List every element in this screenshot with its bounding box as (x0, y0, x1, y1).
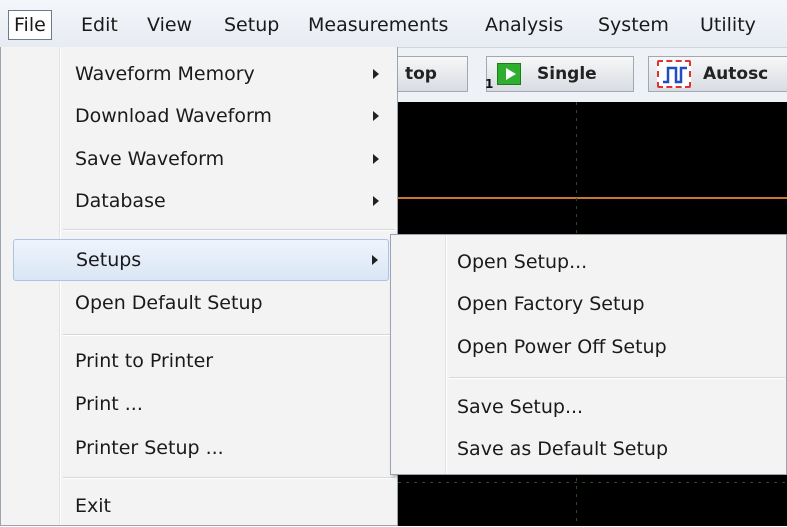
menu-item-printer-setup[interactable]: Printer Setup ... (1, 427, 397, 469)
menu-separator (63, 477, 395, 479)
menu-item-label: Database (75, 190, 166, 212)
menu-view[interactable]: View (147, 10, 192, 40)
submenu-item-open-setup[interactable]: Open Setup... (391, 241, 786, 283)
stop-button-label: top (405, 64, 437, 84)
toolbar: top 1 Single Autosc (388, 48, 787, 102)
menu-item-label: Waveform Memory (75, 63, 255, 85)
stop-button[interactable]: top (388, 56, 468, 92)
menu-item-database[interactable]: Database (1, 180, 397, 222)
submenu-item-open-power-off-setup[interactable]: Open Power Off Setup (391, 326, 786, 368)
single-button[interactable]: 1 Single (485, 56, 634, 92)
menu-bar: File Edit View Setup Measurements Analys… (0, 0, 787, 48)
menu-item-label: Save Waveform (75, 148, 225, 170)
menu-item-label: Print to Printer (75, 350, 214, 372)
menu-item-setups[interactable]: Setups (13, 239, 389, 281)
menu-analysis[interactable]: Analysis (485, 10, 563, 40)
menu-measurements[interactable]: Measurements (308, 10, 448, 40)
menu-separator (63, 229, 395, 231)
submenu-item-label: Save as Default Setup (457, 438, 669, 460)
file-menu: Waveform Memory Download Waveform Save W… (0, 47, 398, 526)
submenu-separator (449, 377, 785, 379)
setups-submenu: Open Setup... Open Factory Setup Open Po… (390, 234, 787, 475)
menu-file[interactable]: File (8, 10, 52, 40)
submenu-item-save-setup[interactable]: Save Setup... (391, 386, 786, 428)
grid-line-horizontal (398, 482, 787, 483)
submenu-item-label: Open Factory Setup (457, 293, 645, 315)
menu-item-label: Download Waveform (75, 105, 272, 127)
menu-setup[interactable]: Setup (224, 10, 279, 40)
single-button-label: Single (537, 64, 597, 84)
submenu-arrow-icon (373, 69, 379, 79)
menu-item-waveform-memory[interactable]: Waveform Memory (1, 53, 397, 95)
menu-separator (63, 334, 395, 336)
menu-item-label: Setups (76, 249, 142, 271)
menu-item-exit[interactable]: Exit (1, 485, 397, 527)
autoscale-button-label: Autosc (703, 64, 769, 84)
menu-item-save-waveform[interactable]: Save Waveform (1, 138, 397, 180)
menu-item-label: Printer Setup ... (75, 437, 224, 459)
submenu-arrow-icon (372, 255, 378, 265)
menu-item-print[interactable]: Print ... (1, 383, 397, 425)
menu-utility[interactable]: Utility (700, 10, 756, 40)
menu-item-print-to-printer[interactable]: Print to Printer (1, 340, 397, 382)
menu-item-label: Exit (75, 495, 111, 517)
menu-system[interactable]: System (598, 10, 669, 40)
single-number-icon: 1 (485, 77, 494, 91)
menu-edit[interactable]: Edit (81, 10, 118, 40)
submenu-item-label: Save Setup... (457, 396, 584, 418)
play-icon (497, 63, 521, 85)
submenu-item-label: Open Power Off Setup (457, 336, 667, 358)
menu-item-download-waveform[interactable]: Download Waveform (1, 95, 397, 137)
submenu-item-open-factory-setup[interactable]: Open Factory Setup (391, 283, 786, 325)
submenu-arrow-icon (373, 154, 379, 164)
submenu-item-save-as-default-setup[interactable]: Save as Default Setup (391, 428, 786, 470)
menu-item-label: Open Default Setup (75, 292, 263, 314)
submenu-item-label: Open Setup... (457, 251, 588, 273)
submenu-arrow-icon (373, 111, 379, 121)
waveform-trace (398, 197, 787, 199)
menu-item-label: Print ... (75, 393, 143, 415)
submenu-arrow-icon (373, 196, 379, 206)
menu-item-open-default-setup[interactable]: Open Default Setup (1, 282, 397, 324)
autoscale-icon (657, 60, 691, 88)
autoscale-button[interactable]: Autosc (648, 56, 787, 92)
